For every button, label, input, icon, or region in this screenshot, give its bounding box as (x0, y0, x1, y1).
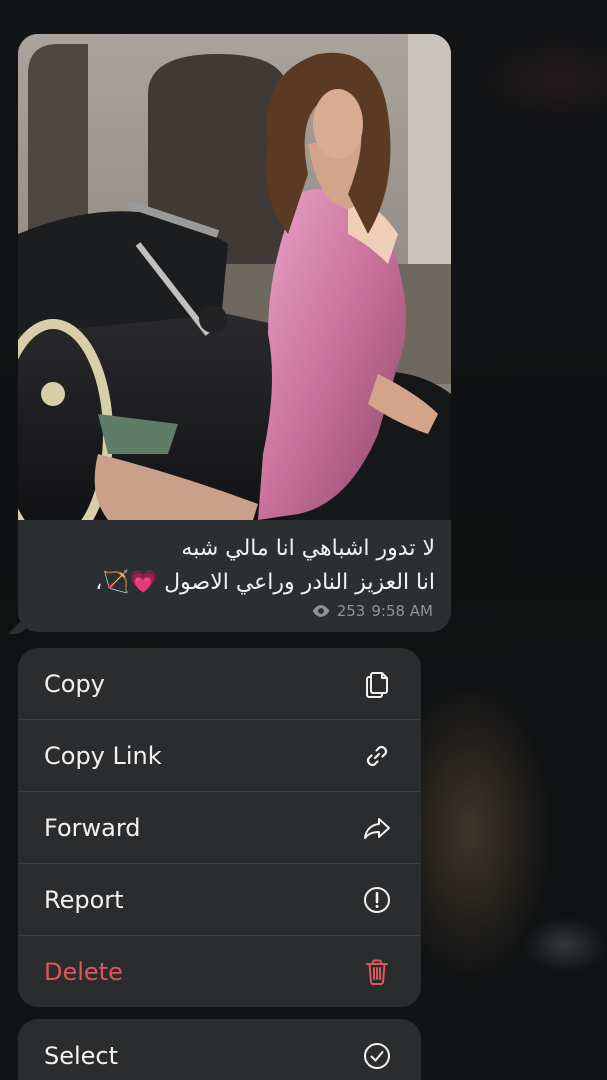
report-menu-item[interactable]: Report (18, 864, 421, 936)
link-icon (361, 740, 393, 772)
delete-label: Delete (44, 957, 123, 986)
message-meta: 253 9:58 AM (311, 602, 433, 620)
forward-arrow-icon (361, 812, 393, 844)
menu-separator (18, 1007, 421, 1019)
forward-label: Forward (44, 813, 141, 842)
caption-line-2: انا العزيز النادر وراعي الاصول 💗🏹، (95, 570, 435, 595)
copy-label: Copy (44, 669, 105, 698)
forward-menu-item[interactable]: Forward (18, 792, 421, 864)
view-count: 253 (336, 602, 366, 620)
photo-image (18, 34, 451, 520)
copy-icon (361, 668, 393, 700)
secondary-menu: Select (18, 1019, 421, 1080)
check-circle-icon (361, 1040, 393, 1072)
exclamation-circle-icon (361, 884, 393, 916)
eye-icon (312, 605, 330, 617)
select-label: Select (44, 1042, 119, 1070)
screen: لا تدور اشباهي انا مالي شبه انا العزيز ا… (0, 0, 607, 1080)
delete-menu-item[interactable]: Delete (18, 936, 421, 1007)
message-time: 9:58 AM (371, 602, 433, 620)
context-menu: Copy Copy Link Forward Report Delete (18, 648, 421, 1007)
copy-menu-item[interactable]: Copy (18, 648, 421, 720)
message-caption: لا تدور اشباهي انا مالي شبه انا العزيز ا… (28, 532, 435, 600)
message-photo[interactable] (18, 34, 451, 520)
caption-line-1: لا تدور اشباهي انا مالي شبه (181, 536, 435, 561)
report-label: Report (44, 885, 124, 914)
copy-link-label: Copy Link (44, 741, 162, 770)
message-bubble[interactable]: لا تدور اشباهي انا مالي شبه انا العزيز ا… (18, 34, 451, 632)
trash-icon (361, 956, 393, 988)
select-menu-item[interactable]: Select (18, 1019, 421, 1080)
copy-link-menu-item[interactable]: Copy Link (18, 720, 421, 792)
